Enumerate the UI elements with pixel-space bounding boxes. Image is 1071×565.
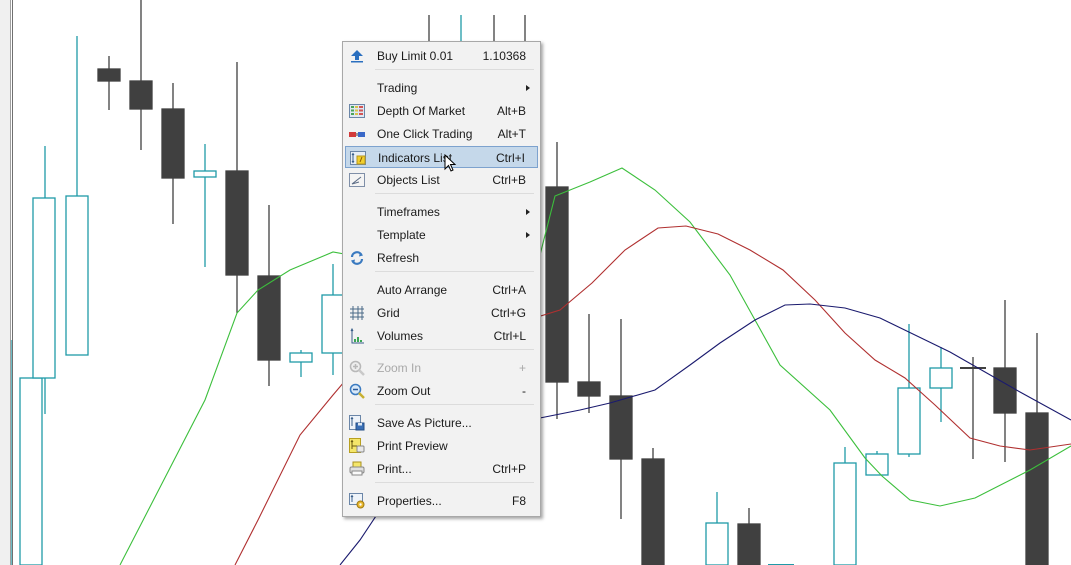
menu-item-shortcut: Ctrl+P — [492, 462, 526, 476]
menu-item-label: Trading — [377, 81, 418, 95]
menu-item-buy-limit[interactable]: Buy Limit 0.01 1.10368 — [345, 45, 538, 67]
one-click-trading-icon — [349, 126, 365, 142]
mouse-cursor-icon — [444, 154, 457, 172]
menu-item-template[interactable]: Template — [345, 224, 538, 246]
menu-item-shortcut: Ctrl+L — [493, 329, 526, 343]
candle-body — [161, 108, 185, 179]
menu-item-label: Objects List — [377, 173, 440, 187]
candle-body — [193, 170, 217, 178]
menu-item-label: One Click Trading — [377, 127, 473, 141]
grid-icon — [349, 305, 365, 321]
menu-item-auto-arrange[interactable]: Auto Arrange Ctrl+A — [345, 279, 538, 301]
candle-body — [32, 197, 56, 379]
menu-item-refresh[interactable]: Refresh — [345, 247, 538, 269]
menu-item-label: Timeframes — [377, 205, 440, 219]
menu-item-label: Volumes — [377, 329, 424, 343]
refresh-icon — [349, 250, 365, 266]
menu-item-properties[interactable]: Properties... F8 — [345, 490, 538, 512]
objects-list-icon — [349, 172, 365, 188]
depth-of-market-icon — [349, 103, 365, 119]
menu-item-objects-list[interactable]: Objects List Ctrl+B — [345, 169, 538, 191]
properties-icon — [349, 493, 365, 509]
menu-item-label: Zoom In — [377, 361, 422, 375]
candle-body — [577, 381, 601, 397]
left-panel-edge — [0, 0, 13, 565]
menu-item-one-click-trading[interactable]: One Click Trading Alt+T — [345, 123, 538, 145]
menu-item-depth-of-market[interactable]: Depth Of Market Alt+B — [345, 100, 538, 122]
candle-body — [129, 80, 153, 110]
menu-separator — [375, 404, 534, 405]
submenu-arrow-icon — [526, 232, 530, 238]
menu-item-zoom-out[interactable]: Zoom Out - — [345, 380, 538, 402]
ma-fast-line — [119, 167, 1071, 565]
menu-item-indicators-list[interactable]: Indicators List Ctrl+I — [345, 146, 538, 168]
menu-item-shortcut: Alt+T — [497, 127, 526, 141]
menu-item-grid[interactable]: Grid Ctrl+G — [345, 302, 538, 324]
candle-body — [929, 367, 953, 389]
menu-item-label: Print... — [377, 462, 412, 476]
menu-item-timeframes[interactable]: Timeframes — [345, 201, 538, 223]
menu-item-label: Print Preview — [377, 439, 448, 453]
menu-item-shortcut: Ctrl+A — [492, 283, 526, 297]
menu-item-save-as-picture[interactable]: Save As Picture... — [345, 412, 538, 434]
menu-item-shortcut: Ctrl+I — [495, 151, 525, 165]
menu-item-label: Buy Limit 0.01 — [377, 49, 454, 63]
candle-body — [865, 453, 889, 476]
candle-body — [97, 68, 121, 82]
menu-separator — [375, 69, 534, 70]
candle-body — [289, 352, 313, 363]
menu-item-label: Depth Of Market — [377, 104, 466, 118]
menu-item-label: Properties... — [377, 494, 442, 508]
indicators-list-icon — [350, 150, 366, 166]
print-preview-icon — [349, 438, 365, 454]
candle-body — [737, 523, 761, 565]
candle-body — [641, 458, 665, 565]
candle-body — [321, 294, 345, 354]
menu-item-shortcut: F8 — [511, 494, 526, 508]
candle-body — [993, 367, 1017, 414]
menu-item-shortcut: + — [518, 361, 526, 375]
candle-body — [609, 395, 633, 460]
printer-icon — [349, 461, 365, 477]
menu-item-trading[interactable]: Trading — [345, 77, 538, 99]
menu-separator — [375, 482, 534, 483]
menu-separator — [375, 193, 534, 194]
menu-item-print[interactable]: Print... Ctrl+P — [345, 458, 538, 480]
menu-item-label: Refresh — [377, 251, 420, 265]
buy-arrow-icon — [349, 48, 365, 64]
candle-body — [65, 195, 89, 356]
menu-item-label: Zoom Out — [377, 384, 431, 398]
menu-separator — [375, 271, 534, 272]
chart-context-menu: Buy Limit 0.01 1.10368 Trading Depth Of Mar… — [342, 41, 541, 517]
candle-body — [257, 275, 281, 361]
candle-body — [1025, 412, 1049, 565]
candle-body — [225, 170, 249, 276]
menu-item-label: Grid — [377, 306, 400, 320]
menu-item-label: Auto Arrange — [377, 283, 448, 297]
menu-item-shortcut: Alt+B — [496, 104, 526, 118]
save-picture-icon — [349, 415, 365, 431]
menu-item-shortcut: Ctrl+B — [492, 173, 526, 187]
menu-item-shortcut: Ctrl+G — [490, 306, 526, 320]
menu-item-label: Indicators List — [378, 151, 453, 165]
menu-item-print-preview[interactable]: Print Preview — [345, 435, 538, 457]
menu-item-shortcut: - — [522, 384, 526, 398]
volumes-icon — [349, 328, 365, 344]
candle-body — [897, 387, 921, 455]
submenu-arrow-icon — [526, 209, 530, 215]
candle-body — [19, 377, 43, 565]
menu-item-label: Save As Picture... — [377, 416, 472, 430]
zoom-in-icon — [349, 360, 365, 376]
menu-item-volumes[interactable]: Volumes Ctrl+L — [345, 325, 538, 347]
price-value: 1.10368 — [482, 49, 526, 63]
menu-item-label: Template — [377, 228, 426, 242]
menu-item-zoom-in: Zoom In + — [345, 357, 538, 379]
submenu-arrow-icon — [526, 85, 530, 91]
menu-separator — [375, 349, 534, 350]
candle-body — [705, 522, 729, 565]
zoom-out-icon — [349, 383, 365, 399]
candle-body — [833, 462, 857, 565]
